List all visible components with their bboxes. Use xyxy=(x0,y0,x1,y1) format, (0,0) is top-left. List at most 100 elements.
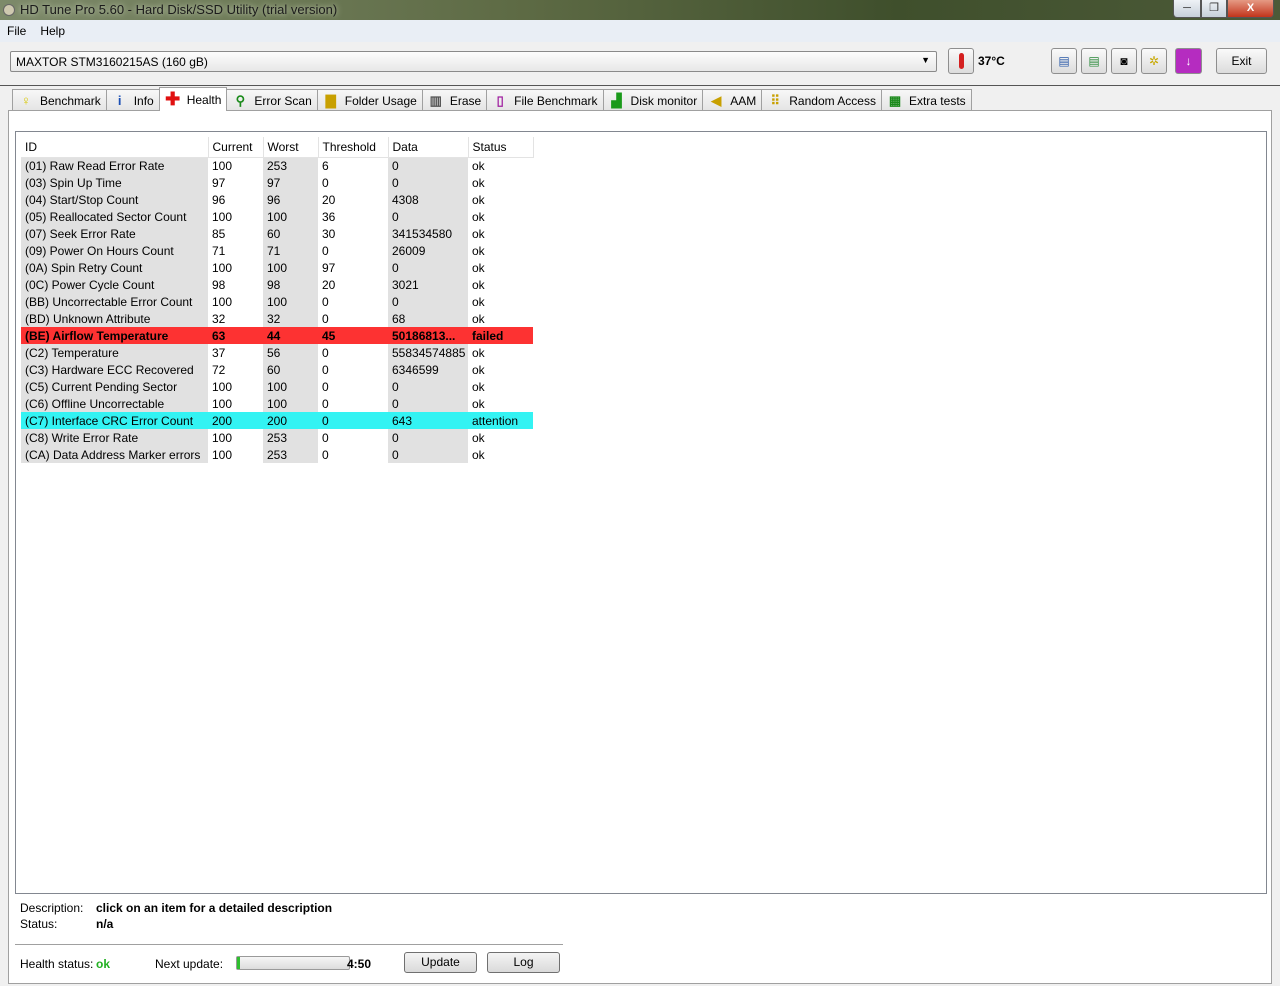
tab-label: Disk monitor xyxy=(630,93,698,108)
drive-select-value: MAXTOR STM3160215AS (160 gB) xyxy=(16,55,208,69)
temperature-button[interactable] xyxy=(948,48,974,74)
cell-worst: 253 xyxy=(263,429,318,446)
table-row[interactable]: (C3) Hardware ECC Recovered 72 60 0 6346599 o… xyxy=(21,361,533,378)
tab-random-access[interactable]: ⠿ Random Access xyxy=(761,89,882,111)
tab-label: Error Scan xyxy=(254,93,312,108)
cell-id: (07) Seek Error Rate xyxy=(21,225,208,242)
cell-current: 71 xyxy=(212,243,226,258)
tab-info[interactable]: i Info xyxy=(105,89,160,111)
table-row[interactable]: (C8) Write Error Rate 100 253 0 0 ok xyxy=(21,429,533,446)
cell-threshold: 0 xyxy=(322,345,329,360)
col-worst[interactable]: Worst xyxy=(263,137,319,158)
table-header: ID Current Worst Threshold Data Status xyxy=(21,137,534,158)
cell-status: attention xyxy=(468,412,533,429)
tab-bar: ♀ Benchmark i Info ✚ Health ⚲ Error Scan ▇ Fo… xyxy=(12,87,972,111)
cell-threshold: 20 xyxy=(322,277,336,292)
copy-icon: ▤ xyxy=(1058,54,1070,68)
menu-bar: File Help xyxy=(0,20,1280,42)
tab-folder-usage[interactable]: ▇ Folder Usage xyxy=(316,89,423,111)
cell-data: 0 xyxy=(388,293,468,310)
table-row[interactable]: (BD) Unknown Attribute 32 32 0 68 ok xyxy=(21,310,533,327)
col-status[interactable]: Status xyxy=(468,137,534,158)
table-row[interactable]: (CA) Data Address Marker errors 100 253 0 0 o… xyxy=(21,446,533,463)
toolbar: MAXTOR STM3160215AS (160 gB) ▼ 37°C ▤ ▤ ◙… xyxy=(0,42,1280,86)
status-value: n/a xyxy=(96,917,114,931)
tab-error-scan[interactable]: ⚲ Error Scan xyxy=(226,89,318,111)
tab-label: Folder Usage xyxy=(344,93,417,108)
table-row[interactable]: (C6) Offline Uncorrectable 100 100 0 0 ok xyxy=(21,395,533,412)
table-row[interactable]: (C2) Temperature 37 56 0 55834574885 ok xyxy=(21,344,533,361)
description-label: Description: xyxy=(20,901,84,915)
cell-worst: 100 xyxy=(263,378,318,395)
table-row[interactable]: (01) Raw Read Error Rate 100 253 6 0 ok xyxy=(21,157,533,174)
cell-threshold: 0 xyxy=(322,379,329,394)
update-button[interactable]: Update xyxy=(404,952,477,973)
cell-current: 63 xyxy=(208,327,263,344)
cell-id: (BB) Uncorrectable Error Count xyxy=(21,293,208,310)
maximize-button[interactable]: ❐ xyxy=(1201,0,1227,18)
cell-threshold: 0 xyxy=(322,175,329,190)
cell-current: 32 xyxy=(212,311,226,326)
cell-status: ok xyxy=(472,260,485,275)
log-button[interactable]: Log xyxy=(487,952,560,973)
table-row[interactable]: (03) Spin Up Time 97 97 0 0 ok xyxy=(21,174,533,191)
col-data[interactable]: Data xyxy=(388,137,469,158)
cell-data: 0 xyxy=(388,429,468,446)
cell-threshold: 97 xyxy=(322,260,336,275)
tab-health[interactable]: ✚ Health xyxy=(158,87,228,111)
cell-threshold: 0 xyxy=(322,294,329,309)
col-current[interactable]: Current xyxy=(208,137,264,158)
table-row[interactable]: (C5) Current Pending Sector 100 100 0 0 ok xyxy=(21,378,533,395)
tab-extra-tests[interactable]: ▦ Extra tests xyxy=(880,89,972,111)
drive-select[interactable]: MAXTOR STM3160215AS (160 gB) ▼ xyxy=(10,51,937,72)
cell-id: (03) Spin Up Time xyxy=(21,174,208,191)
copy-screenshot-button[interactable]: ▤ xyxy=(1081,48,1107,74)
description-value: click on an item for a detailed descript… xyxy=(96,901,333,915)
menu-help[interactable]: Help xyxy=(40,24,65,38)
cell-id: (C3) Hardware ECC Recovered xyxy=(21,361,208,378)
minimize-button[interactable]: ─ xyxy=(1173,0,1201,18)
table-row[interactable]: (BB) Uncorrectable Error Count 100 100 0 0 ok xyxy=(21,293,533,310)
table-row[interactable]: (0A) Spin Retry Count 100 100 97 0 ok xyxy=(21,259,533,276)
table-row[interactable]: (09) Power On Hours Count 71 71 0 26009 ok xyxy=(21,242,533,259)
cell-current: 200 xyxy=(208,412,263,429)
cell-threshold: 30 xyxy=(322,226,336,241)
close-button[interactable]: X xyxy=(1227,0,1274,18)
save-button[interactable]: ↓ xyxy=(1175,48,1202,74)
screenshot-button[interactable]: ◙ xyxy=(1111,48,1137,74)
cell-data: 0 xyxy=(388,446,468,463)
table-row[interactable]: (0C) Power Cycle Count 98 98 20 3021 ok xyxy=(21,276,533,293)
cell-current: 100 xyxy=(212,396,233,411)
col-id[interactable]: ID xyxy=(21,137,209,158)
table-row[interactable]: (C7) Interface CRC Error Count 200 200 0 643… xyxy=(21,412,533,429)
cell-worst: 71 xyxy=(263,242,318,259)
tab-erase[interactable]: ▥ Erase xyxy=(421,89,488,111)
menu-file[interactable]: File xyxy=(7,24,26,38)
options-button[interactable]: ✲ xyxy=(1141,48,1167,74)
cell-threshold: 0 xyxy=(322,430,329,445)
cell-id: (09) Power On Hours Count xyxy=(21,242,208,259)
copy-text-button[interactable]: ▤ xyxy=(1051,48,1077,74)
cell-id: (01) Raw Read Error Rate xyxy=(21,157,208,174)
cell-worst: 56 xyxy=(263,344,318,361)
cell-status: ok xyxy=(472,430,485,445)
tab-file-benchmark[interactable]: ▯ File Benchmark xyxy=(486,89,604,111)
table-row[interactable]: (05) Reallocated Sector Count 100 100 36 0 ok xyxy=(21,208,533,225)
cell-data: 3021 xyxy=(388,276,468,293)
tab-benchmark[interactable]: ♀ Benchmark xyxy=(12,89,107,111)
table-row[interactable]: (BE) Airflow Temperature 63 44 45 50186813..… xyxy=(21,327,533,344)
tab-disk-monitor[interactable]: ▟ Disk monitor xyxy=(602,89,704,111)
cell-status: failed xyxy=(468,327,533,344)
cell-current: 98 xyxy=(212,277,226,292)
tab-aam[interactable]: ◀ AAM xyxy=(702,89,763,111)
lightbulb-icon: ♀ xyxy=(21,93,31,108)
table-row[interactable]: (04) Start/Stop Count 96 96 20 4308 ok xyxy=(21,191,533,208)
copy-image-icon: ▤ xyxy=(1088,54,1100,68)
table-row[interactable]: (07) Seek Error Rate 85 60 30 341534580 ok xyxy=(21,225,533,242)
cell-threshold: 36 xyxy=(322,209,336,224)
exit-button[interactable]: Exit xyxy=(1216,48,1267,74)
cell-current: 100 xyxy=(212,447,233,462)
tab-label: Extra tests xyxy=(908,93,966,108)
col-threshold[interactable]: Threshold xyxy=(318,137,389,158)
gears-icon: ✲ xyxy=(1148,54,1160,68)
